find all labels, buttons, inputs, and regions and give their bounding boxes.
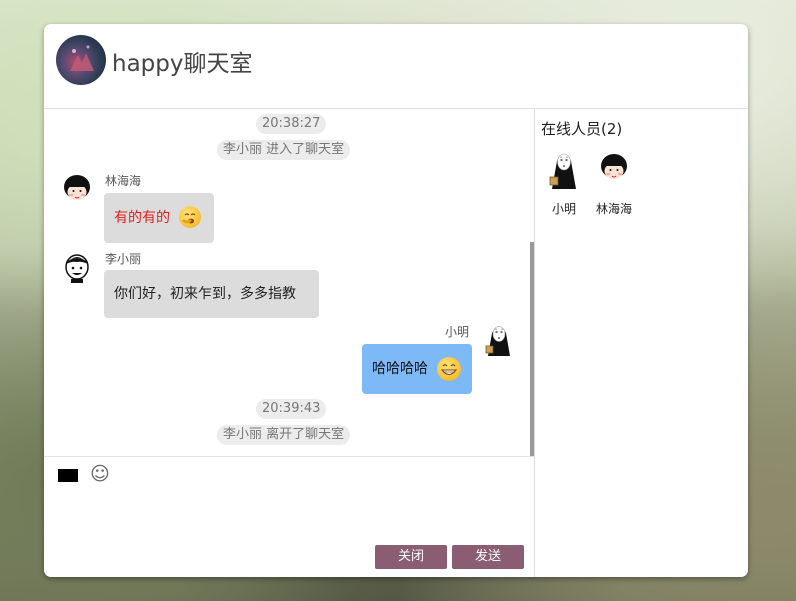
message-input[interactable] — [54, 491, 524, 541]
online-users-title: 在线人员(2) — [541, 120, 623, 138]
timestamp: 20:39:43 — [256, 399, 327, 419]
message-text: 有的有的 — [114, 210, 170, 226]
sender-name: 林海海 — [105, 174, 142, 188]
message-bubble: 哈哈哈哈 — [362, 344, 472, 394]
chat-window: happy聊天室 20:38:27 李小丽 进入了聊天室 林海海 有的有的 李小… — [44, 24, 748, 577]
room-title: happy聊天室 — [112, 51, 253, 77]
send-button[interactable]: 发送 — [452, 545, 524, 569]
input-area: ☺ 关闭 发送 — [44, 456, 534, 577]
boy-avatar[interactable] — [60, 250, 94, 284]
online-user-item[interactable]: 林海海 — [584, 150, 644, 218]
system-message: 李小丽 离开了聊天室 — [217, 425, 351, 445]
close-button[interactable]: 关闭 — [375, 545, 447, 569]
font-color-picker[interactable] — [58, 469, 78, 482]
message-bubble: 有的有的 — [104, 193, 214, 243]
maruko-avatar[interactable] — [60, 171, 94, 205]
room-avatar — [56, 35, 106, 85]
message-list[interactable]: 20:38:27 李小丽 进入了聊天室 林海海 有的有的 李小丽 你们好，初来乍… — [44, 109, 534, 456]
chat-header: happy聊天室 — [44, 24, 748, 109]
no-face-avatar — [546, 150, 582, 190]
yawning-face-emoji — [179, 206, 201, 228]
emoji-button[interactable]: ☺ — [90, 462, 110, 486]
timestamp: 20:38:27 — [256, 114, 327, 134]
message-bubble: 你们好，初来乍到，多多指教 — [104, 270, 319, 318]
sender-name: 李小丽 — [105, 252, 142, 266]
system-message: 李小丽 进入了聊天室 — [217, 140, 351, 160]
maruko-avatar — [597, 150, 631, 184]
online-user-name: 林海海 — [595, 202, 632, 216]
sender-name: 小明 — [445, 325, 470, 339]
message-text: 哈哈哈哈 — [372, 361, 428, 377]
grinning-face-emoji — [437, 357, 461, 381]
no-face-avatar[interactable] — [482, 323, 516, 357]
message-text: 你们好，初来乍到，多多指教 — [114, 286, 296, 302]
